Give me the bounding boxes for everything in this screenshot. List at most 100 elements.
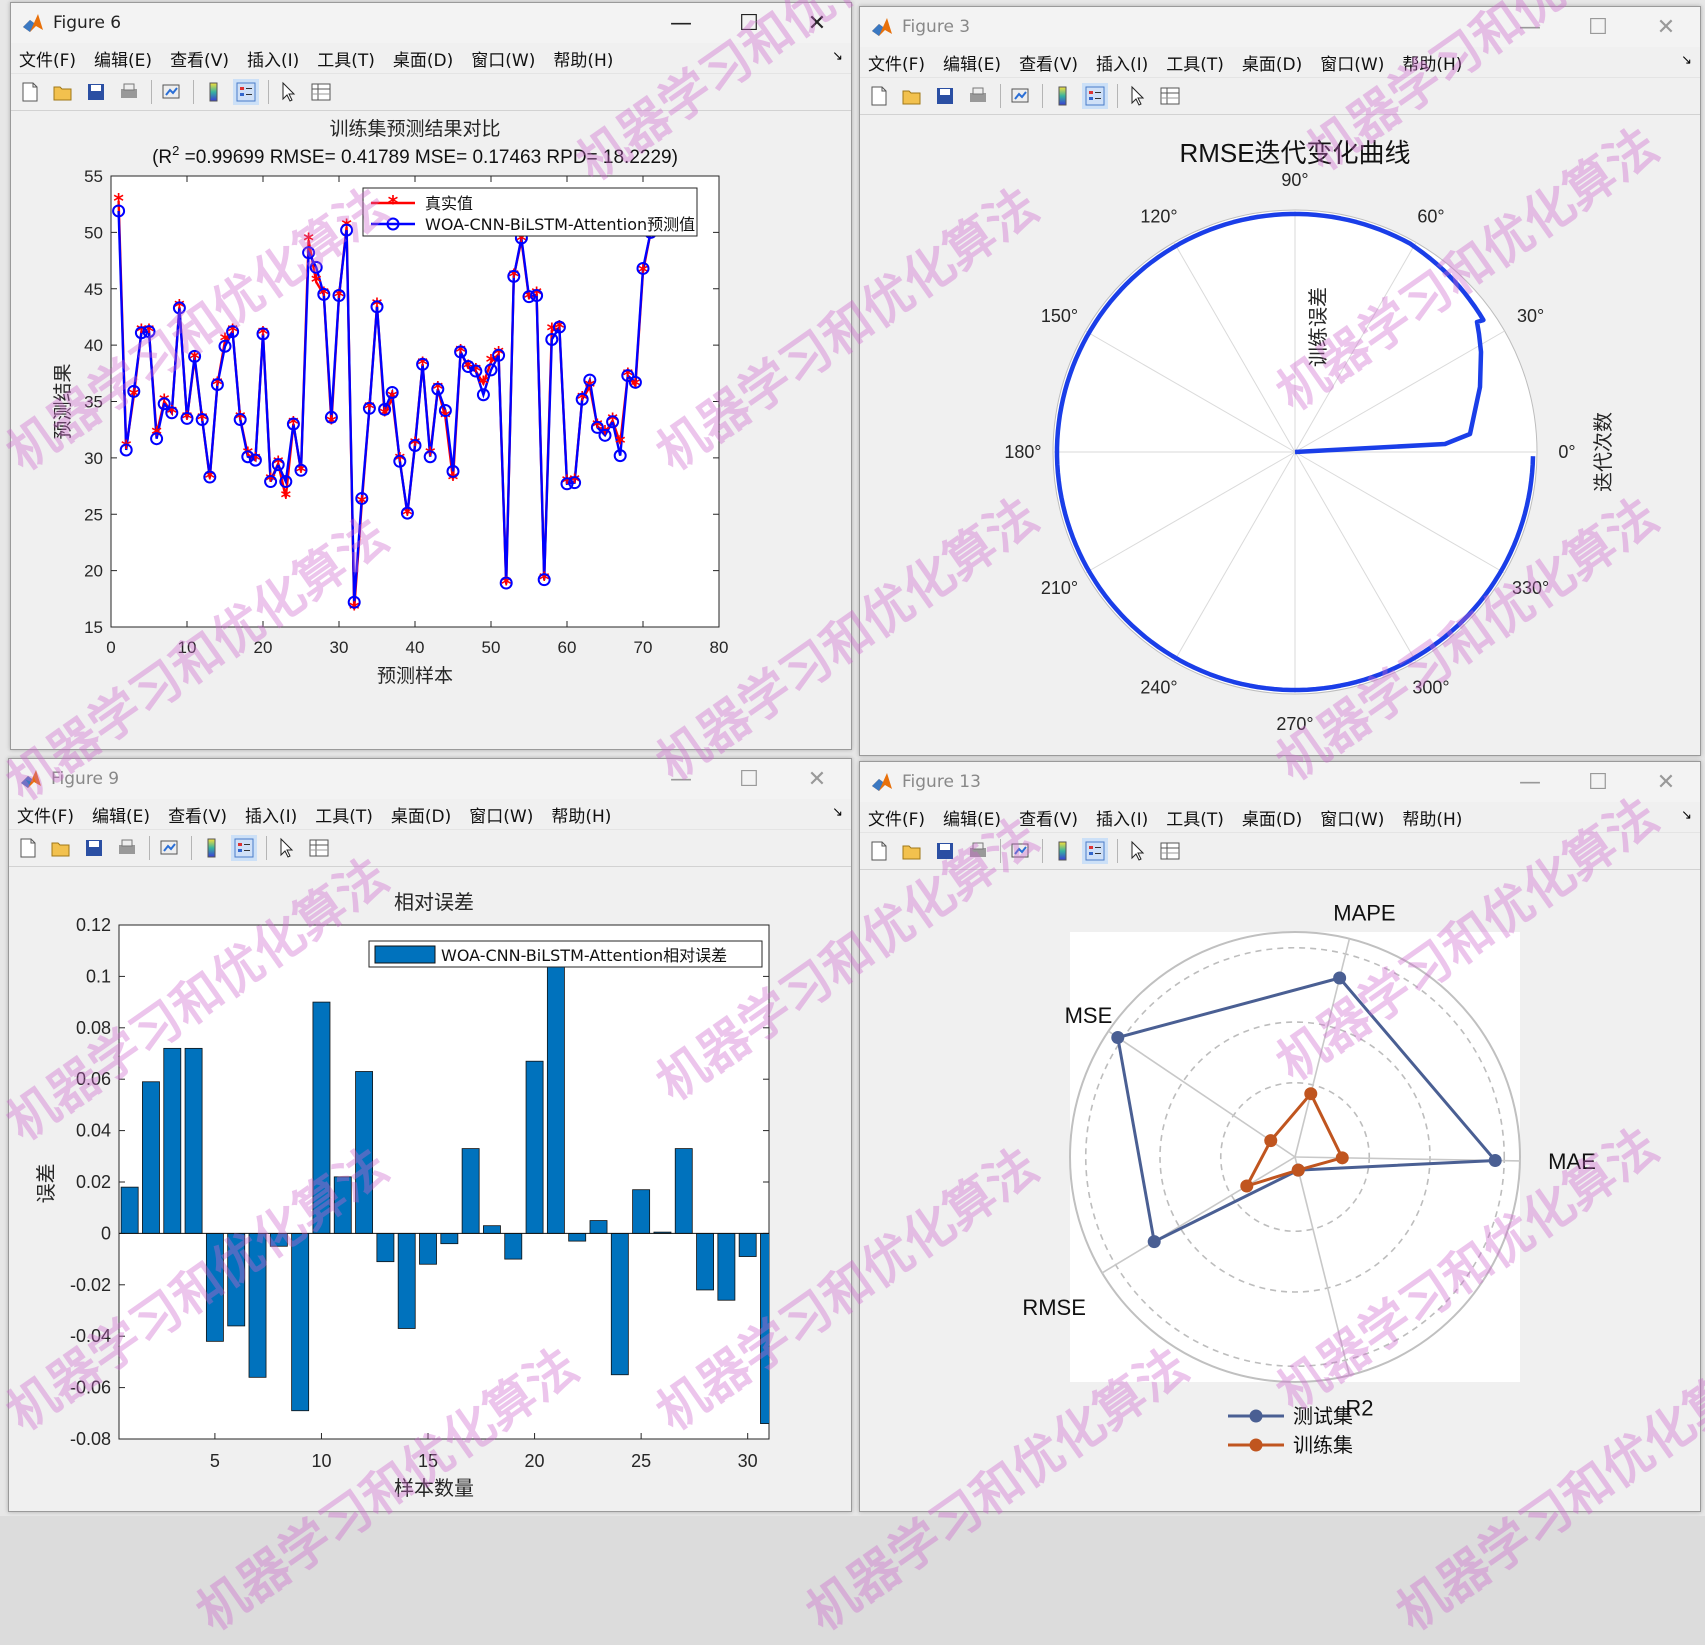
minimize-button[interactable]: — bbox=[647, 759, 715, 799]
radar-chart-canvas[interactable]: MAPEMAER2RMSEMSE测试集训练集 bbox=[860, 872, 1700, 1511]
maximize-button[interactable]: ☐ bbox=[1564, 762, 1632, 802]
menu-item-1[interactable]: 编辑(E) bbox=[943, 50, 1001, 75]
legend-icon[interactable] bbox=[1082, 83, 1108, 109]
open-file-icon[interactable] bbox=[899, 83, 925, 109]
menu-item-1[interactable]: 编辑(E) bbox=[943, 805, 1001, 830]
open-file-icon[interactable] bbox=[48, 835, 74, 861]
save-icon[interactable] bbox=[81, 835, 107, 861]
new-figure-icon[interactable] bbox=[17, 79, 43, 105]
bar-chart-canvas[interactable]: 5 10 15 20 25 30 -0.08 -0.06 -0.04 -0.02 0 0.02 0.04… bbox=[9, 869, 851, 1511]
legend-icon[interactable] bbox=[233, 79, 259, 105]
link-plot-icon[interactable] bbox=[156, 835, 182, 861]
menu-item-7[interactable]: 帮助(H) bbox=[1402, 805, 1462, 830]
close-button[interactable]: ✕ bbox=[1632, 762, 1700, 802]
link-plot-icon[interactable] bbox=[1007, 838, 1033, 864]
menu-item-5[interactable]: 桌面(D) bbox=[1242, 805, 1302, 830]
maximize-button[interactable]: ☐ bbox=[715, 3, 783, 43]
legend-icon[interactable] bbox=[231, 835, 257, 861]
menu-item-2[interactable]: 查看(V) bbox=[168, 802, 227, 827]
link-plot-icon[interactable] bbox=[1007, 83, 1033, 109]
minimize-button[interactable]: — bbox=[647, 3, 715, 43]
menu-item-3[interactable]: 插入(I) bbox=[247, 46, 299, 71]
pointer-icon[interactable] bbox=[1124, 838, 1150, 864]
menu-item-7[interactable]: 帮助(H) bbox=[1402, 50, 1462, 75]
menu-item-2[interactable]: 查看(V) bbox=[1019, 50, 1078, 75]
true-point-marker: * bbox=[448, 467, 459, 491]
menu-item-1[interactable]: 编辑(E) bbox=[92, 802, 150, 827]
print-icon[interactable] bbox=[965, 838, 991, 864]
colorbar-icon[interactable] bbox=[1049, 838, 1075, 864]
true-point-marker: * bbox=[235, 406, 246, 430]
menu-item-4[interactable]: 工具(T) bbox=[1166, 50, 1224, 75]
dock-arrow-icon[interactable]: ↘ bbox=[1681, 53, 1692, 68]
title-bar[interactable]: Figure 9 — ☐ ✕ bbox=[9, 759, 851, 799]
menu-item-3[interactable]: 插入(I) bbox=[245, 802, 297, 827]
new-figure-icon[interactable] bbox=[866, 83, 892, 109]
true-point-marker: * bbox=[273, 452, 284, 476]
menu-item-3[interactable]: 插入(I) bbox=[1096, 805, 1148, 830]
menu-item-6[interactable]: 窗口(W) bbox=[1320, 50, 1384, 75]
close-button[interactable]: ✕ bbox=[783, 759, 851, 799]
menu-item-7[interactable]: 帮助(H) bbox=[553, 46, 613, 71]
legend-icon[interactable] bbox=[1082, 838, 1108, 864]
figure-6-window[interactable]: Figure 6 — ☐ ✕ 文件(F) 编辑(E) 查看(V) 插入(I) 工具(T)… bbox=[10, 2, 852, 750]
menu-item-6[interactable]: 窗口(W) bbox=[469, 802, 533, 827]
dock-arrow-icon[interactable]: ↘ bbox=[832, 49, 843, 64]
save-icon[interactable] bbox=[83, 79, 109, 105]
menu-item-6[interactable]: 窗口(W) bbox=[1320, 805, 1384, 830]
minimize-button[interactable]: — bbox=[1496, 762, 1564, 802]
menu-item-0[interactable]: 文件(F) bbox=[868, 50, 925, 75]
property-inspector-icon[interactable] bbox=[1157, 838, 1183, 864]
menu-item-1[interactable]: 编辑(E) bbox=[94, 46, 152, 71]
colorbar-icon[interactable] bbox=[1049, 83, 1075, 109]
menu-item-2[interactable]: 查看(V) bbox=[1019, 805, 1078, 830]
polar-chart-canvas[interactable]: 0° 30° 60° 90° 120° 150° 180° 210° 240° 270° 300° 3… bbox=[860, 117, 1700, 755]
open-file-icon[interactable] bbox=[899, 838, 925, 864]
property-inspector-icon[interactable] bbox=[306, 835, 332, 861]
figure-3-window[interactable]: Figure 3 — ☐ ✕ 文件(F) 编辑(E) 查看(V) 插入(I) 工具(T)… bbox=[859, 6, 1701, 756]
figure-13-window[interactable]: Figure 13 — ☐ ✕ 文件(F) 编辑(E) 查看(V) 插入(I) 工具(T… bbox=[859, 761, 1701, 1512]
maximize-button[interactable]: ☐ bbox=[1564, 7, 1632, 47]
dock-arrow-icon[interactable]: ↘ bbox=[832, 805, 843, 820]
menu-item-5[interactable]: 桌面(D) bbox=[393, 46, 453, 71]
title-bar[interactable]: Figure 3 — ☐ ✕ bbox=[860, 7, 1700, 47]
maximize-button[interactable]: ☐ bbox=[715, 759, 783, 799]
menu-item-3[interactable]: 插入(I) bbox=[1096, 50, 1148, 75]
property-inspector-icon[interactable] bbox=[308, 79, 334, 105]
link-plot-icon[interactable] bbox=[158, 79, 184, 105]
property-inspector-icon[interactable] bbox=[1157, 83, 1183, 109]
menu-item-0[interactable]: 文件(F) bbox=[17, 802, 74, 827]
menu-item-4[interactable]: 工具(T) bbox=[317, 46, 375, 71]
menu-item-5[interactable]: 桌面(D) bbox=[1242, 50, 1302, 75]
close-button[interactable]: ✕ bbox=[783, 3, 851, 43]
y-tick-label: -0.04 bbox=[70, 1326, 111, 1346]
colorbar-icon[interactable] bbox=[200, 79, 226, 105]
save-icon[interactable] bbox=[932, 838, 958, 864]
print-icon[interactable] bbox=[965, 83, 991, 109]
close-button[interactable]: ✕ bbox=[1632, 7, 1700, 47]
title-bar[interactable]: Figure 13 — ☐ ✕ bbox=[860, 762, 1700, 802]
print-icon[interactable] bbox=[116, 79, 142, 105]
colorbar-icon[interactable] bbox=[198, 835, 224, 861]
minimize-button[interactable]: — bbox=[1496, 7, 1564, 47]
menu-item-4[interactable]: 工具(T) bbox=[1166, 805, 1224, 830]
line-chart-canvas[interactable]: 0 10 20 30 40 50 60 70 80 15 20 25 30 35 40 45 50 55 训练集预测… bbox=[11, 113, 851, 749]
dock-arrow-icon[interactable]: ↘ bbox=[1681, 808, 1692, 823]
new-figure-icon[interactable] bbox=[15, 835, 41, 861]
menu-item-0[interactable]: 文件(F) bbox=[868, 805, 925, 830]
new-figure-icon[interactable] bbox=[866, 838, 892, 864]
save-icon[interactable] bbox=[932, 83, 958, 109]
pointer-icon[interactable] bbox=[1124, 83, 1150, 109]
title-bar[interactable]: Figure 6 — ☐ ✕ bbox=[11, 3, 851, 43]
menu-item-2[interactable]: 查看(V) bbox=[170, 46, 229, 71]
menu-item-7[interactable]: 帮助(H) bbox=[551, 802, 611, 827]
pointer-icon[interactable] bbox=[273, 835, 299, 861]
figure-9-window[interactable]: Figure 9 — ☐ ✕ 文件(F) 编辑(E) 查看(V) 插入(I) 工具(T)… bbox=[8, 758, 852, 1512]
menu-item-0[interactable]: 文件(F) bbox=[19, 46, 76, 71]
print-icon[interactable] bbox=[114, 835, 140, 861]
menu-item-4[interactable]: 工具(T) bbox=[315, 802, 373, 827]
open-file-icon[interactable] bbox=[50, 79, 76, 105]
pointer-icon[interactable] bbox=[275, 79, 301, 105]
menu-item-6[interactable]: 窗口(W) bbox=[471, 46, 535, 71]
menu-item-5[interactable]: 桌面(D) bbox=[391, 802, 451, 827]
